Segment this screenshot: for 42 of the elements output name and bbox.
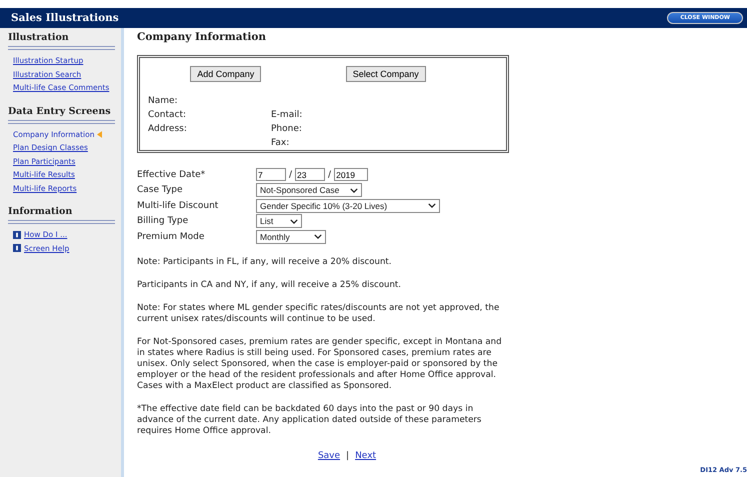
info-icon — [13, 244, 21, 252]
dropdown[interactable]: Gender Specific 10% (3-20 Lives) — [256, 198, 440, 213]
field-label: Case Type — [137, 185, 184, 196]
field-label: Billing Type — [137, 216, 190, 226]
sidebar-heading: Data Entry Screens — [8, 106, 115, 124]
date-input[interactable]: 23 — [295, 168, 326, 182]
page-title: Company Information — [137, 31, 267, 43]
chevron-down-icon — [314, 234, 322, 240]
note-text: Note: For states where ML gender specific rates/discounts are not yet approved, the current unisex rates/discounts will continue to be used. — [137, 302, 500, 324]
sidebar-heading: Information — [8, 206, 115, 224]
note-text: For Not-Sponsored cases, premium rates are gender specific, except in Montana and in states where Radius is still being used. For Sponsored cases, premium rates are unisex. Only select Sponsored, when the case is employer-paid or sponsored by the employer or the head of the resident professionals and after Home Office approval. Cases with a MaxElect product are classified as Sponsored. — [137, 336, 503, 392]
sidebar-heading: Illustration — [8, 32, 115, 50]
arrow-icon — [97, 130, 102, 138]
footer-link[interactable]: Save — [318, 450, 340, 460]
company-button[interactable]: Select Company — [346, 66, 426, 82]
date-separator: / — [289, 170, 292, 180]
chevron-down-icon — [350, 188, 358, 193]
info-icon — [13, 230, 21, 239]
date-separator: / — [328, 170, 332, 180]
field-label: Address: — [148, 124, 188, 136]
chevron-down-icon — [290, 218, 298, 224]
field-label: Phone: — [271, 124, 303, 136]
field-label: Effective Date* — [137, 170, 206, 180]
field-label: Name: — [148, 96, 179, 108]
dropdown[interactable]: Not-Sponsored Case — [256, 183, 362, 198]
field-label: E-mail: — [271, 110, 304, 122]
dropdown[interactable]: Monthly — [256, 230, 326, 244]
footer-link[interactable]: Next — [355, 450, 376, 460]
field-label: Contact: — [148, 110, 188, 122]
date-input[interactable]: 2019 — [334, 168, 368, 182]
field-label: Premium Mode — [137, 232, 206, 242]
note-text: *The effective date field can be backdated 60 days into the past or 90 days in advance of the current date. Any application dated outside of these parameters requires Home Office approval. — [137, 404, 482, 436]
dropdown[interactable]: List — [256, 214, 302, 228]
date-input[interactable]: 7 — [256, 168, 286, 182]
note-text: Note: Participants in FL, if any, will receive a 20% discount. — [137, 256, 393, 268]
app-title: Sales Illustrations — [11, 12, 119, 24]
chevron-down-icon — [428, 203, 436, 208]
company-button[interactable]: Add Company — [190, 66, 262, 82]
field-label: Fax: — [271, 138, 290, 150]
field-label: Multi-life Discount — [137, 200, 220, 211]
note-text: Participants in CA and NY, if any, will receive a 25% discount. — [137, 280, 402, 290]
link-separator: | — [346, 450, 350, 460]
